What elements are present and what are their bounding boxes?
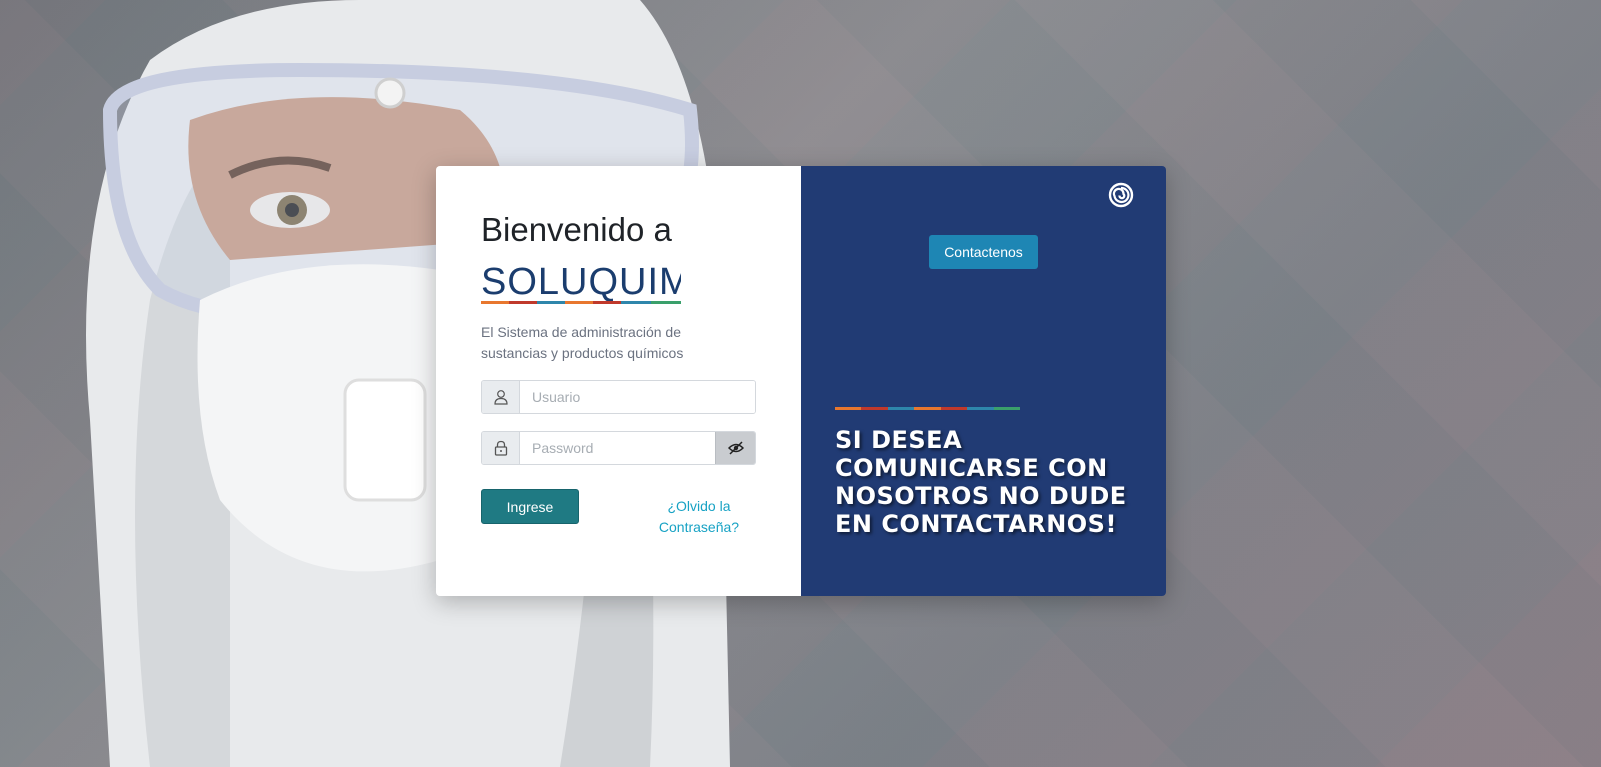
brand-stripe [835,407,1020,410]
svg-text:SOLUQUIM: SOLUQUIM [481,261,681,303]
spiral-logo-icon [1108,182,1134,208]
user-icon [482,381,520,413]
eye-slash-icon[interactable] [715,432,755,464]
username-field-group [481,380,756,414]
contact-button[interactable]: Contactenos [929,235,1038,269]
login-panel: Bienvenido a SOLUQUIM El Sistema de admi… [436,166,801,596]
login-subtitle: El Sistema de administración de sustanci… [481,324,684,361]
welcome-title: Bienvenido a [481,211,672,248]
login-actions: Ingrese ¿Olvido la Contraseña? [481,489,756,538]
contact-promo-message: SI DESEA COMUNICARSE CON NOSOTROS NO DUD… [835,426,1127,538]
soluquim-logo: SOLUQUIM [481,256,691,308]
login-card: Bienvenido a SOLUQUIM El Sistema de admi… [436,166,1166,596]
login-button[interactable]: Ingrese [481,489,579,524]
lock-icon [482,432,520,464]
password-input[interactable] [520,432,715,464]
contact-panel: Contactenos SI DESEA COMUNICARSE CON NOS… [801,166,1166,596]
username-input[interactable] [520,381,755,413]
password-field-group [481,431,756,465]
forgot-password-link[interactable]: ¿Olvido la Contraseña? [644,496,754,538]
